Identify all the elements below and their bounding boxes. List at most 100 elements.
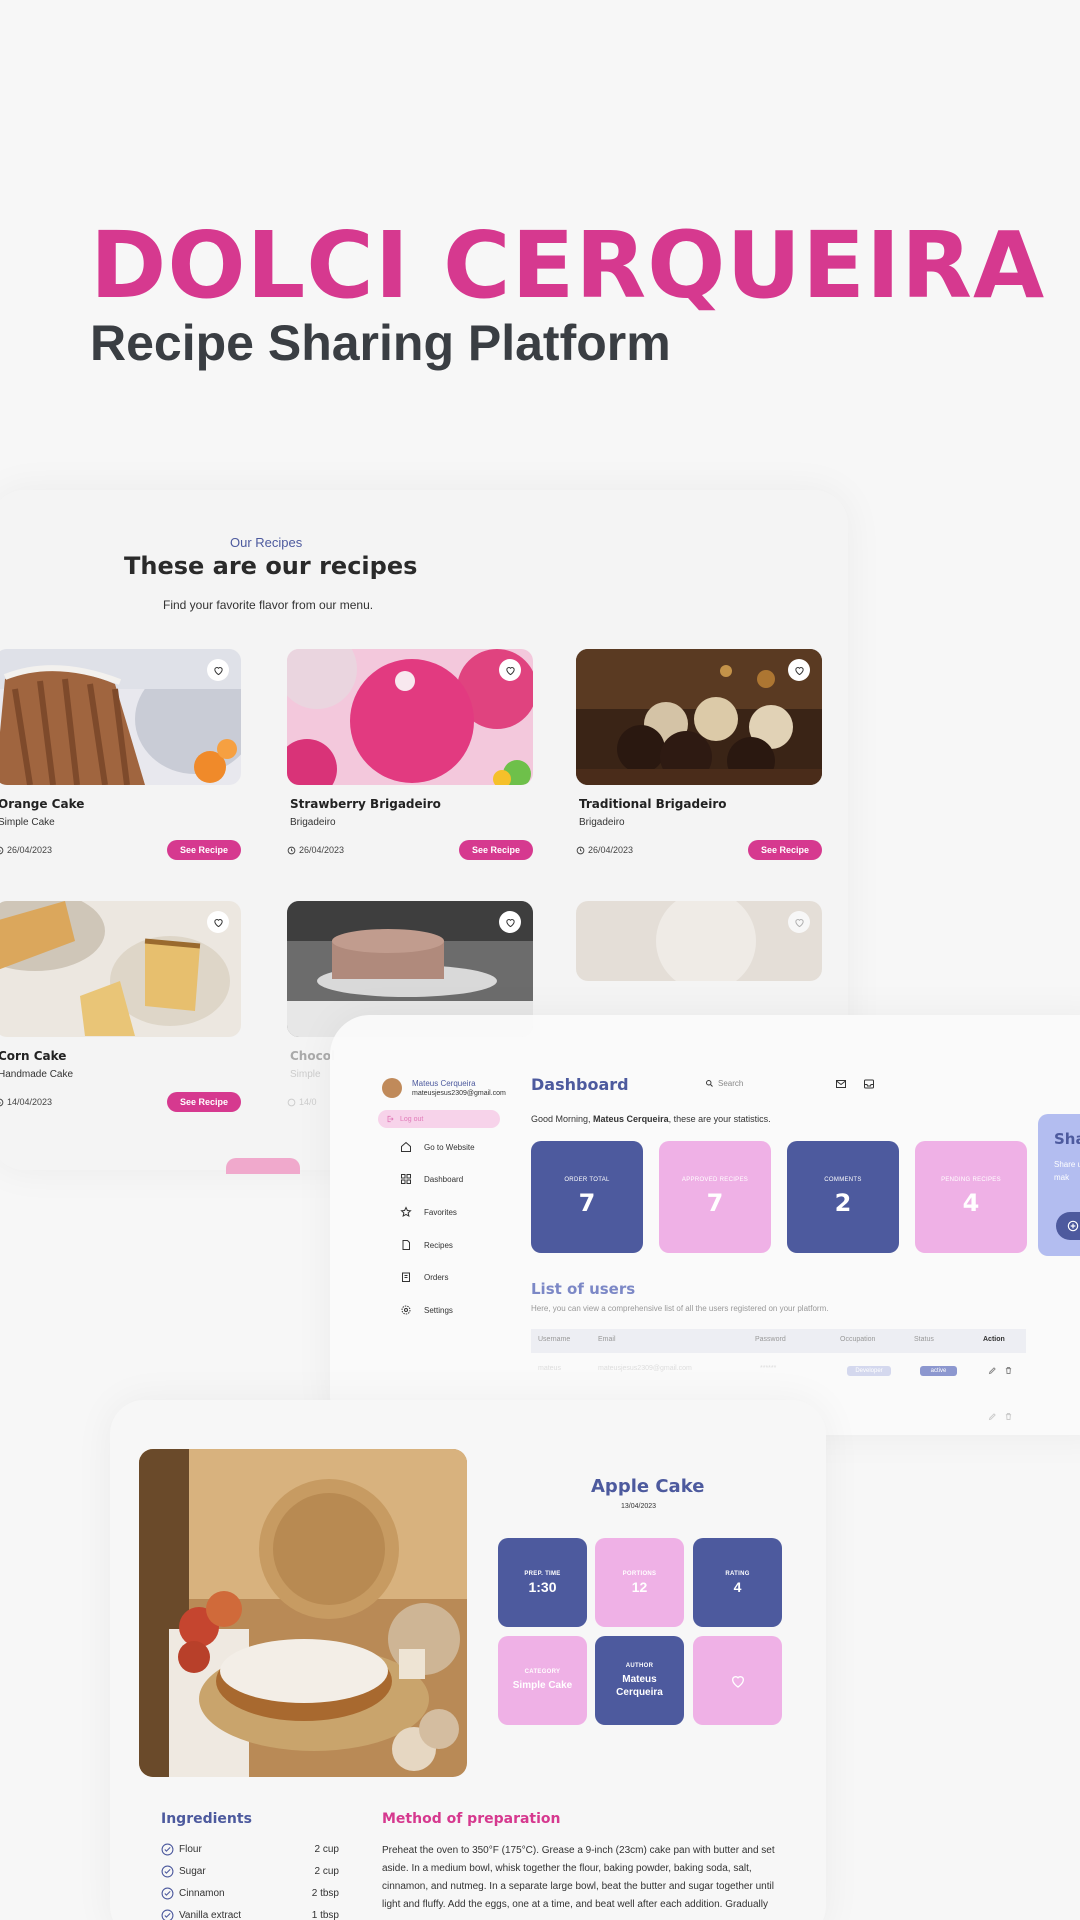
ingredient-name: Flour [179,1843,202,1855]
stat-label: COMMENTS [824,1177,862,1183]
recipe-name: Chocol [290,1049,336,1063]
favorite-icon[interactable] [788,911,810,933]
share-button[interactable] [1056,1212,1080,1240]
clock-icon [287,1098,296,1106]
tile-value: 12 [631,1579,648,1595]
recipe-photo [0,649,241,785]
sidebar-item-settings[interactable]: Settings [400,1302,453,1318]
see-recipe-button[interactable]: See Recipe [748,840,822,860]
favorite-icon[interactable] [788,659,810,681]
favorite-icon[interactable] [499,911,521,933]
table-cell: mateus [538,1365,561,1372]
ingredients-title: Ingredients [161,1811,252,1827]
search-placeholder: Search [718,1079,744,1088]
logout-button[interactable]: Log out [378,1110,500,1128]
stat-label: APPROVED RECIPES [681,1177,749,1183]
brand-subtitle: Recipe Sharing Platform [90,315,671,371]
mail-icon[interactable] [835,1078,847,1090]
home-icon [401,1141,411,1152]
ingredient-item[interactable]: Vanilla extract 1 tbsp [161,1907,339,1920]
ingredient-item[interactable]: Flour 2 cup [161,1841,339,1857]
ingredient-qty: 2 cup [314,1843,339,1855]
recipe-photo [287,649,533,785]
stat-label: ORDER TOTAL [564,1177,610,1183]
clock-icon [0,1098,4,1106]
stat-pending-recipes: PENDING RECIPES 4 [915,1141,1027,1253]
recipe-date: 14/0 [287,1097,317,1107]
recipe-date-text: 26/04/2023 [588,845,634,855]
sidebar-item-website[interactable]: Go to Website [400,1139,475,1155]
tile-value: 4 [733,1579,742,1595]
sidebar-item-recipes[interactable]: Recipes [400,1237,453,1253]
ingredient-name: Cinnamon [179,1887,225,1899]
sidebar-item-label: Settings [424,1305,453,1315]
tile-portions: PORTIONS 12 [595,1538,684,1627]
recipe-name: Orange Cake [0,797,85,811]
section-description: Find your favorite flavor from our menu. [163,598,374,612]
clock-icon [576,846,585,854]
occupation-badge: Developer [847,1366,891,1376]
share-title: Sha [1054,1130,1080,1148]
stat-value: 2 [834,1189,852,1217]
tile-label: PREP. TIME [524,1571,561,1577]
recipe-date: 26/04/2023 [287,845,344,855]
favorite-icon[interactable] [207,911,229,933]
clock-icon [287,846,296,854]
column-header: Username [538,1336,571,1343]
recipe-card[interactable]: Strawberry Brigadeiro Brigadeiro 26/04/2… [287,649,533,881]
tile-rating: RATING 4 [693,1538,782,1627]
clock-icon [0,846,4,854]
logout-icon [387,1115,394,1123]
search-input[interactable]: Search [705,1079,743,1088]
sidebar-item-label: Dashboard [424,1174,464,1184]
sidebar-item-dashboard[interactable]: Dashboard [400,1171,463,1187]
ingredient-item[interactable]: Cinnamon 2 tbsp [161,1885,339,1901]
recipe-date: 26/04/2023 [0,845,52,855]
see-recipe-button[interactable]: See Recipe [167,1092,241,1112]
favorite-tile[interactable] [693,1636,782,1725]
tile-author: AUTHOR Mateus Cerqueira [595,1636,684,1725]
edit-icon[interactable] [988,1412,997,1421]
favorite-icon[interactable] [207,659,229,681]
recipe-photo [576,901,822,981]
sidebar-item-label: Orders [424,1272,449,1282]
pagination-button[interactable] [226,1158,300,1174]
ingredient-qty: 1 tbsp [311,1909,339,1920]
recipe-name: Corn Cake [0,1049,67,1063]
column-header: Email [598,1336,616,1343]
ingredient-item[interactable]: Sugar 2 cup [161,1863,339,1879]
recipe-date: 26/04/2023 [576,845,633,855]
check-circle-icon [161,1909,174,1920]
check-circle-icon [161,1843,174,1855]
sidebar-item-favorites[interactable]: Favorites [400,1204,457,1220]
recipe-name: Traditional Brigadeiro [579,797,727,811]
heart-icon [731,1675,744,1688]
column-header: Password [755,1336,786,1343]
ingredient-qty: 2 tbsp [311,1887,339,1899]
recipe-card[interactable]: Corn Cake Handmade Cake 14/04/2023 See R… [0,901,241,1133]
ingredient-name: Sugar [179,1865,206,1877]
search-icon [706,1080,713,1087]
recipe-name: Strawberry Brigadeiro [290,797,441,811]
recipe-date-text: 14/0 [299,1097,317,1107]
trash-icon[interactable] [1004,1366,1013,1375]
stat-order-total: ORDER TOTAL 7 [531,1141,643,1253]
favorite-icon[interactable] [499,659,521,681]
trash-icon[interactable] [1004,1412,1013,1421]
clipboard-icon [402,1272,410,1282]
table-cell: ****** [760,1365,777,1372]
stat-approved-recipes: APPROVED RECIPES 7 [659,1141,771,1253]
user-name: Mateus Cerqueira [412,1079,476,1088]
recipe-card[interactable]: Traditional Brigadeiro Brigadeiro 26/04/… [576,649,822,881]
recipe-card[interactable]: Orange Cake Simple Cake 26/04/2023 See R… [0,649,241,881]
avatar[interactable] [382,1078,402,1098]
inbox-icon[interactable] [863,1078,875,1090]
see-recipe-button[interactable]: See Recipe [459,840,533,860]
sidebar-item-orders[interactable]: Orders [400,1269,448,1285]
edit-icon[interactable] [988,1366,997,1375]
recipe-date: 14/04/2023 [0,1097,52,1107]
see-recipe-button[interactable]: See Recipe [167,840,241,860]
users-title: List of users [531,1280,636,1298]
check-circle-icon [161,1887,174,1899]
column-header: Action [983,1336,1005,1343]
